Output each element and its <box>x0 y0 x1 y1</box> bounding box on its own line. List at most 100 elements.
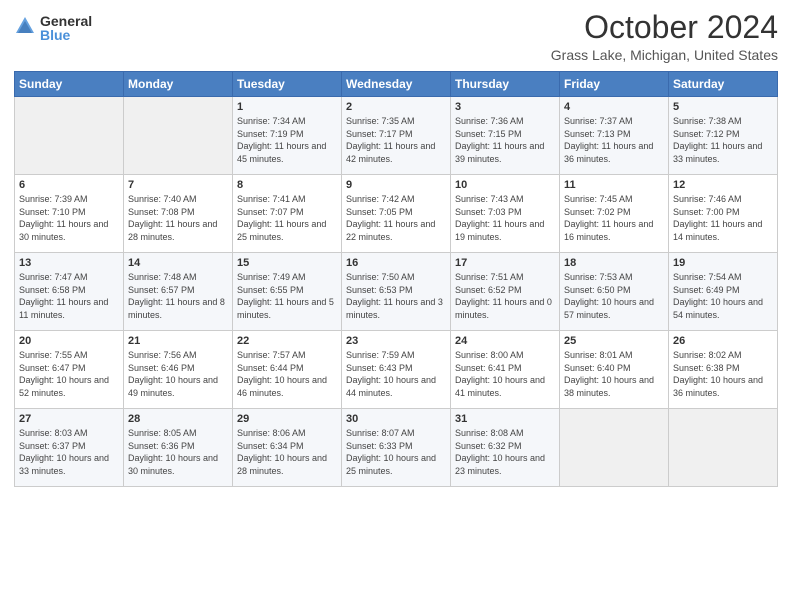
day-info: Sunrise: 7:53 AM Sunset: 6:50 PM Dayligh… <box>564 271 664 321</box>
day-number: 6 <box>19 179 119 191</box>
day-number: 1 <box>237 101 337 113</box>
day-number: 5 <box>673 101 773 113</box>
day-info: Sunrise: 7:40 AM Sunset: 7:08 PM Dayligh… <box>128 193 228 243</box>
calendar-cell: 29Sunrise: 8:06 AM Sunset: 6:34 PM Dayli… <box>233 409 342 487</box>
day-info: Sunrise: 7:57 AM Sunset: 6:44 PM Dayligh… <box>237 349 337 399</box>
calendar-cell <box>124 97 233 175</box>
day-info: Sunrise: 7:59 AM Sunset: 6:43 PM Dayligh… <box>346 349 446 399</box>
calendar-cell: 2 Sunrise: 7:35 AM Sunset: 7:17 PM Daylig… <box>342 97 451 175</box>
day-info: Sunrise: 7:43 AM Sunset: 7:03 PM Dayligh… <box>455 193 555 243</box>
day-number: 12 <box>673 179 773 191</box>
day-number: 28 <box>128 413 228 425</box>
calendar-cell: 1 Sunrise: 7:34 AM Sunset: 7:19 PM Daylig… <box>233 97 342 175</box>
calendar-cell: 4 Sunrise: 7:37 AM Sunset: 7:13 PM Daylig… <box>560 97 669 175</box>
day-number: 21 <box>128 335 228 347</box>
day-number: 25 <box>564 335 664 347</box>
day-number: 8 <box>237 179 337 191</box>
calendar-cell: 13 Sunrise: 7:47 AM Sunset: 6:58 PM Dayli… <box>15 253 124 331</box>
calendar-cell: 22 Sunrise: 7:57 AM Sunset: 6:44 PM Dayli… <box>233 331 342 409</box>
subtitle: Grass Lake, Michigan, United States <box>551 47 778 63</box>
day-number: 7 <box>128 179 228 191</box>
calendar-cell: 20 Sunrise: 7:55 AM Sunset: 6:47 PM Dayli… <box>15 331 124 409</box>
day-info: Sunrise: 7:47 AM Sunset: 6:58 PM Dayligh… <box>19 271 119 321</box>
weekday-header: Thursday <box>451 72 560 97</box>
day-number: 24 <box>455 335 555 347</box>
day-info: Sunrise: 7:46 AM Sunset: 7:00 PM Dayligh… <box>673 193 773 243</box>
day-info: Sunrise: 7:55 AM Sunset: 6:47 PM Dayligh… <box>19 349 119 399</box>
calendar-cell: 19 Sunrise: 7:54 AM Sunset: 6:49 PM Dayli… <box>669 253 778 331</box>
weekday-header: Sunday <box>15 72 124 97</box>
day-number: 2 <box>346 101 446 113</box>
day-info: Sunrise: 7:45 AM Sunset: 7:02 PM Dayligh… <box>564 193 664 243</box>
day-number: 9 <box>346 179 446 191</box>
day-number: 15 <box>237 257 337 269</box>
calendar-cell: 6 Sunrise: 7:39 AM Sunset: 7:10 PM Daylig… <box>15 175 124 253</box>
day-number: 4 <box>564 101 664 113</box>
calendar-cell: 7 Sunrise: 7:40 AM Sunset: 7:08 PM Daylig… <box>124 175 233 253</box>
day-info: Sunrise: 7:48 AM Sunset: 6:57 PM Dayligh… <box>128 271 228 321</box>
day-number: 22 <box>237 335 337 347</box>
day-info: Sunrise: 8:08 AM Sunset: 6:32 PM Dayligh… <box>455 427 555 477</box>
day-info: Sunrise: 7:49 AM Sunset: 6:55 PM Dayligh… <box>237 271 337 321</box>
calendar-cell: 25 Sunrise: 8:01 AM Sunset: 6:40 PM Dayli… <box>560 331 669 409</box>
calendar-cell <box>15 97 124 175</box>
day-number: 17 <box>455 257 555 269</box>
logo-blue: Blue <box>40 28 92 42</box>
day-info: Sunrise: 7:39 AM Sunset: 7:10 PM Dayligh… <box>19 193 119 243</box>
day-info: Sunrise: 7:38 AM Sunset: 7:12 PM Dayligh… <box>673 115 773 165</box>
day-info: Sunrise: 8:02 AM Sunset: 6:38 PM Dayligh… <box>673 349 773 399</box>
weekday-header: Monday <box>124 72 233 97</box>
main-title: October 2024 <box>551 10 778 45</box>
calendar-cell <box>560 409 669 487</box>
day-info: Sunrise: 7:56 AM Sunset: 6:46 PM Dayligh… <box>128 349 228 399</box>
calendar-cell: 31 Sunrise: 8:08 AM Sunset: 6:32 PM Dayli… <box>451 409 560 487</box>
logo: General Blue <box>14 14 92 42</box>
calendar-cell: 21 Sunrise: 7:56 AM Sunset: 6:46 PM Dayli… <box>124 331 233 409</box>
weekday-header: Tuesday <box>233 72 342 97</box>
day-info: Sunrise: 7:35 AM Sunset: 7:17 PM Dayligh… <box>346 115 446 165</box>
calendar-cell: 18 Sunrise: 7:53 AM Sunset: 6:50 PM Dayli… <box>560 253 669 331</box>
calendar-cell: 24Sunrise: 8:00 AM Sunset: 6:41 PM Dayli… <box>451 331 560 409</box>
day-number: 19 <box>673 257 773 269</box>
day-number: 30 <box>346 413 446 425</box>
day-info: Sunrise: 7:50 AM Sunset: 6:53 PM Dayligh… <box>346 271 446 321</box>
calendar-header: SundayMondayTuesdayWednesdayThursdayFrid… <box>15 72 778 97</box>
day-number: 10 <box>455 179 555 191</box>
day-number: 20 <box>19 335 119 347</box>
day-info: Sunrise: 8:01 AM Sunset: 6:40 PM Dayligh… <box>564 349 664 399</box>
calendar-cell: 3Sunrise: 7:36 AM Sunset: 7:15 PM Daylig… <box>451 97 560 175</box>
day-info: Sunrise: 7:42 AM Sunset: 7:05 PM Dayligh… <box>346 193 446 243</box>
calendar-cell: 5 Sunrise: 7:38 AM Sunset: 7:12 PM Daylig… <box>669 97 778 175</box>
day-number: 31 <box>455 413 555 425</box>
calendar-cell: 8Sunrise: 7:41 AM Sunset: 7:07 PM Daylig… <box>233 175 342 253</box>
day-info: Sunrise: 8:06 AM Sunset: 6:34 PM Dayligh… <box>237 427 337 477</box>
calendar-cell <box>669 409 778 487</box>
calendar-cell: 26 Sunrise: 8:02 AM Sunset: 6:38 PM Dayli… <box>669 331 778 409</box>
calendar-cell: 28 Sunrise: 8:05 AM Sunset: 6:36 PM Dayli… <box>124 409 233 487</box>
day-info: Sunrise: 7:36 AM Sunset: 7:15 PM Dayligh… <box>455 115 555 165</box>
day-info: Sunrise: 7:51 AM Sunset: 6:52 PM Dayligh… <box>455 271 555 321</box>
day-number: 18 <box>564 257 664 269</box>
day-number: 14 <box>128 257 228 269</box>
calendar-cell: 9 Sunrise: 7:42 AM Sunset: 7:05 PM Daylig… <box>342 175 451 253</box>
day-number: 13 <box>19 257 119 269</box>
calendar-cell: 23Sunrise: 7:59 AM Sunset: 6:43 PM Dayli… <box>342 331 451 409</box>
weekday-header: Friday <box>560 72 669 97</box>
title-section: October 2024 Grass Lake, Michigan, Unite… <box>551 10 778 63</box>
day-info: Sunrise: 7:37 AM Sunset: 7:13 PM Dayligh… <box>564 115 664 165</box>
calendar-cell: 16Sunrise: 7:50 AM Sunset: 6:53 PM Dayli… <box>342 253 451 331</box>
weekday-header: Saturday <box>669 72 778 97</box>
calendar-cell: 17 Sunrise: 7:51 AM Sunset: 6:52 PM Dayli… <box>451 253 560 331</box>
day-number: 26 <box>673 335 773 347</box>
calendar-cell: 27Sunrise: 8:03 AM Sunset: 6:37 PM Dayli… <box>15 409 124 487</box>
calendar-cell: 30Sunrise: 8:07 AM Sunset: 6:33 PM Dayli… <box>342 409 451 487</box>
calendar-cell: 14 Sunrise: 7:48 AM Sunset: 6:57 PM Dayli… <box>124 253 233 331</box>
calendar-table: SundayMondayTuesdayWednesdayThursdayFrid… <box>14 71 778 487</box>
day-number: 11 <box>564 179 664 191</box>
day-info: Sunrise: 7:34 AM Sunset: 7:19 PM Dayligh… <box>237 115 337 165</box>
day-info: Sunrise: 8:05 AM Sunset: 6:36 PM Dayligh… <box>128 427 228 477</box>
day-info: Sunrise: 7:54 AM Sunset: 6:49 PM Dayligh… <box>673 271 773 321</box>
day-info: Sunrise: 8:03 AM Sunset: 6:37 PM Dayligh… <box>19 427 119 477</box>
calendar-cell: 12 Sunrise: 7:46 AM Sunset: 7:00 PM Dayli… <box>669 175 778 253</box>
logo-general: General <box>40 14 92 28</box>
